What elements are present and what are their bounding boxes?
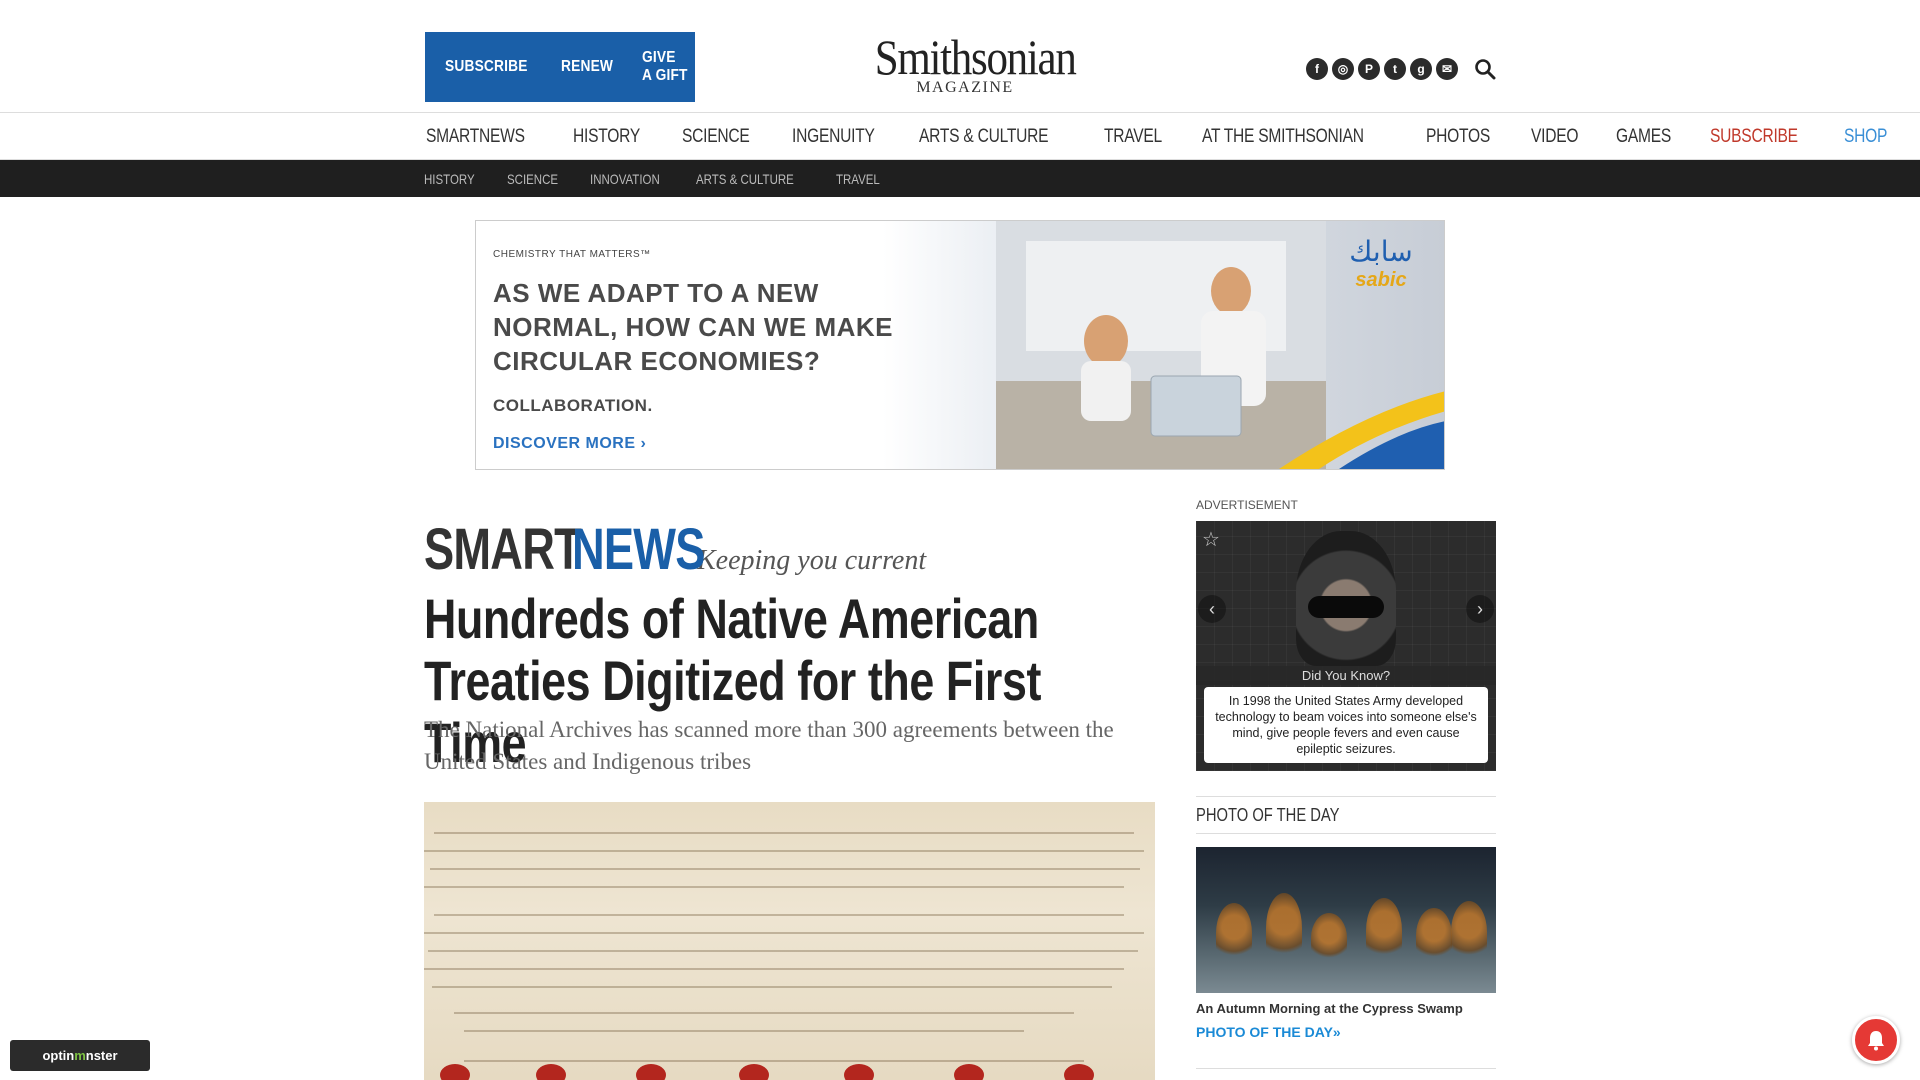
smartnews-news: NEWS [572, 517, 705, 582]
subnav-item-innovation[interactable]: INNOVATION [590, 171, 660, 187]
banner-ad[interactable]: CHEMISTRY THAT MATTERS™ AS WE ADAPT TO A… [475, 220, 1445, 470]
sabic-logo-english: sabic [1355, 269, 1407, 291]
subscribe-box: SUBSCRIBE RENEW GIVE A GIFT [425, 32, 695, 102]
notification-bell-button[interactable] [1852, 1016, 1900, 1064]
photo-of-the-day-image[interactable] [1196, 847, 1496, 993]
article-hero-image[interactable] [424, 802, 1155, 1080]
email-icon[interactable]: ✉ [1436, 58, 1458, 80]
nav-item-ingenuity[interactable]: INGENUITY [792, 126, 875, 148]
subscribe-link[interactable]: SUBSCRIBE [445, 58, 528, 76]
nav-item-at-the-smithsonian[interactable]: AT THE SMITHSONIAN [1202, 126, 1364, 148]
nav-item-photos[interactable]: PHOTOS [1426, 126, 1490, 148]
star-icon: ☆ [1202, 529, 1220, 551]
sabic-logo: سابك sabic [1331, 235, 1431, 291]
ad-cta-link[interactable]: DISCOVER MORE › [493, 435, 646, 453]
photo-of-the-day-heading: PHOTO OF THE DAY [1196, 796, 1496, 834]
nav-item-science[interactable]: SCIENCE [682, 126, 750, 148]
nav-item-travel[interactable]: TRAVEL [1104, 126, 1162, 148]
pinterest-icon[interactable]: P [1358, 58, 1380, 80]
site-logo[interactable]: Smithsonian MAGAZINE [860, 29, 1077, 96]
photo-of-the-day-caption[interactable]: An Autumn Morning at the Cypress Swamp [1196, 1001, 1463, 1016]
nav-item-arts-culture[interactable]: ARTS & CULTURE [919, 126, 1049, 148]
smartnews-smart: SMART [424, 517, 582, 582]
renew-link[interactable]: RENEW [561, 58, 613, 76]
logo-wordmark: Smithsonian [874, 29, 1077, 85]
did-you-know-text: In 1998 the United States Army developed… [1204, 687, 1488, 763]
subnav-item-travel[interactable]: TRAVEL [836, 171, 880, 187]
nav-item-subscribe[interactable]: SUBSCRIBE [1710, 126, 1798, 148]
sabic-logo-arabic: سابك [1349, 235, 1413, 268]
nav-item-games[interactable]: GAMES [1616, 126, 1671, 148]
facebook-icon[interactable]: f [1306, 58, 1328, 80]
nav-item-smartnews[interactable]: SMARTNEWS [426, 126, 525, 148]
instagram-icon[interactable]: ◎ [1332, 58, 1354, 80]
twitter-icon[interactable]: t [1384, 58, 1406, 80]
site-header: SUBSCRIBE RENEW GIVE A GIFT Smithsonian … [0, 0, 1920, 112]
ad-swoosh [1279, 391, 1444, 469]
did-you-know-heading: Did You Know? [1196, 666, 1496, 685]
photo-of-the-day-link[interactable]: PHOTO OF THE DAY» [1196, 1024, 1341, 1040]
subnav-item-science[interactable]: SCIENCE [507, 171, 558, 187]
main-nav: SMARTNEWS HISTORY SCIENCE INGENUITY ARTS… [0, 112, 1920, 160]
optinmonster-badge[interactable]: optin m nster [10, 1040, 150, 1071]
give-a-gift-link[interactable]: GIVE A GIFT [642, 49, 688, 85]
search-icon[interactable] [1474, 58, 1496, 80]
ad-tagline: CHEMISTRY THAT MATTERS™ [493, 249, 651, 260]
ad-headline: AS WE ADAPT TO A NEW NORMAL, HOW CAN WE … [493, 278, 894, 376]
social-links: f ◎ P t g ✉ [1306, 58, 1458, 80]
nav-item-shop[interactable]: SHOP [1844, 126, 1887, 148]
smartnews-section-logo[interactable]: SMART NEWS Keeping you current [424, 516, 926, 583]
ad-subline: COLLABORATION. [493, 396, 653, 415]
article-dek: The National Archives has scanned more t… [424, 717, 1114, 774]
carousel-next-button[interactable]: › [1466, 595, 1494, 623]
subnav-item-arts-culture[interactable]: ARTS & CULTURE [696, 171, 794, 187]
did-you-know-ad[interactable]: ☆ ‹ › Did You Know? In 1998 the United S… [1196, 521, 1496, 771]
subnav-item-history[interactable]: HISTORY [424, 171, 475, 187]
divider [1196, 1068, 1496, 1069]
smartnews-tagline: Keeping you current [697, 545, 927, 576]
bell-icon [1868, 1031, 1884, 1051]
sub-nav: HISTORY SCIENCE INNOVATION ARTS & CULTUR… [0, 160, 1920, 197]
nav-item-video[interactable]: VIDEO [1531, 126, 1578, 148]
carousel-prev-button[interactable]: ‹ [1198, 595, 1226, 623]
nav-item-history[interactable]: HISTORY [573, 126, 640, 148]
advertisement-label: ADVERTISEMENT [1196, 498, 1298, 512]
google-plus-icon[interactable]: g [1410, 58, 1432, 80]
